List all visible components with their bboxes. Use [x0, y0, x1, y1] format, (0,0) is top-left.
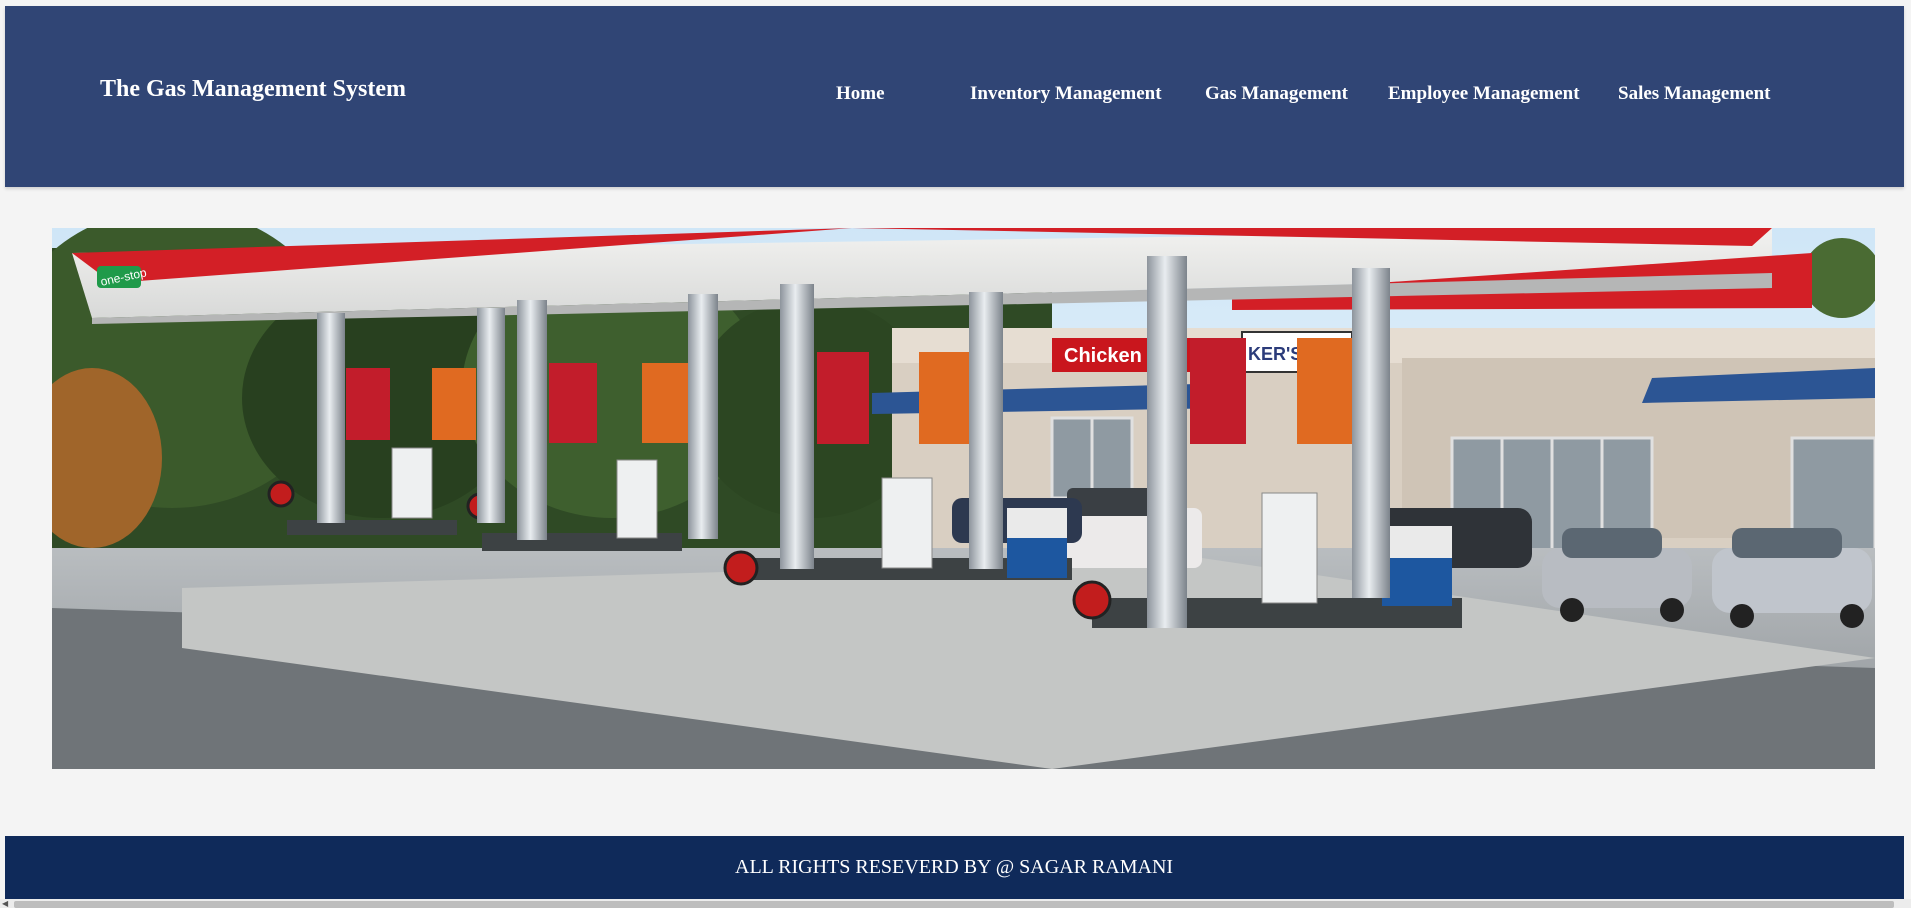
nav-home-link[interactable]: Home [836, 83, 885, 105]
hero-gas-station-image: Chicken inn KER'S INN one-stop [52, 228, 1875, 769]
copyright-text: ALL RIGHTS RESEVERD BY @ SAGAR RAMANI [735, 856, 1174, 878]
horizontal-scrollbar-thumb[interactable] [14, 901, 1894, 908]
nav-gas-management-link[interactable]: Gas Management [1205, 83, 1348, 105]
nav-sales-management-link[interactable]: Sales Management [1618, 83, 1771, 105]
site-footer: ALL RIGHTS RESEVERD BY @ SAGAR RAMANI [5, 836, 1904, 899]
site-header: The Gas Management System Home Inventory… [5, 6, 1904, 187]
scroll-left-icon[interactable]: ◀ [2, 899, 8, 908]
site-title: The Gas Management System [100, 76, 406, 102]
nav-inventory-management-link[interactable]: Inventory Management [970, 83, 1162, 105]
nav-employee-management-link[interactable]: Employee Management [1388, 83, 1580, 105]
